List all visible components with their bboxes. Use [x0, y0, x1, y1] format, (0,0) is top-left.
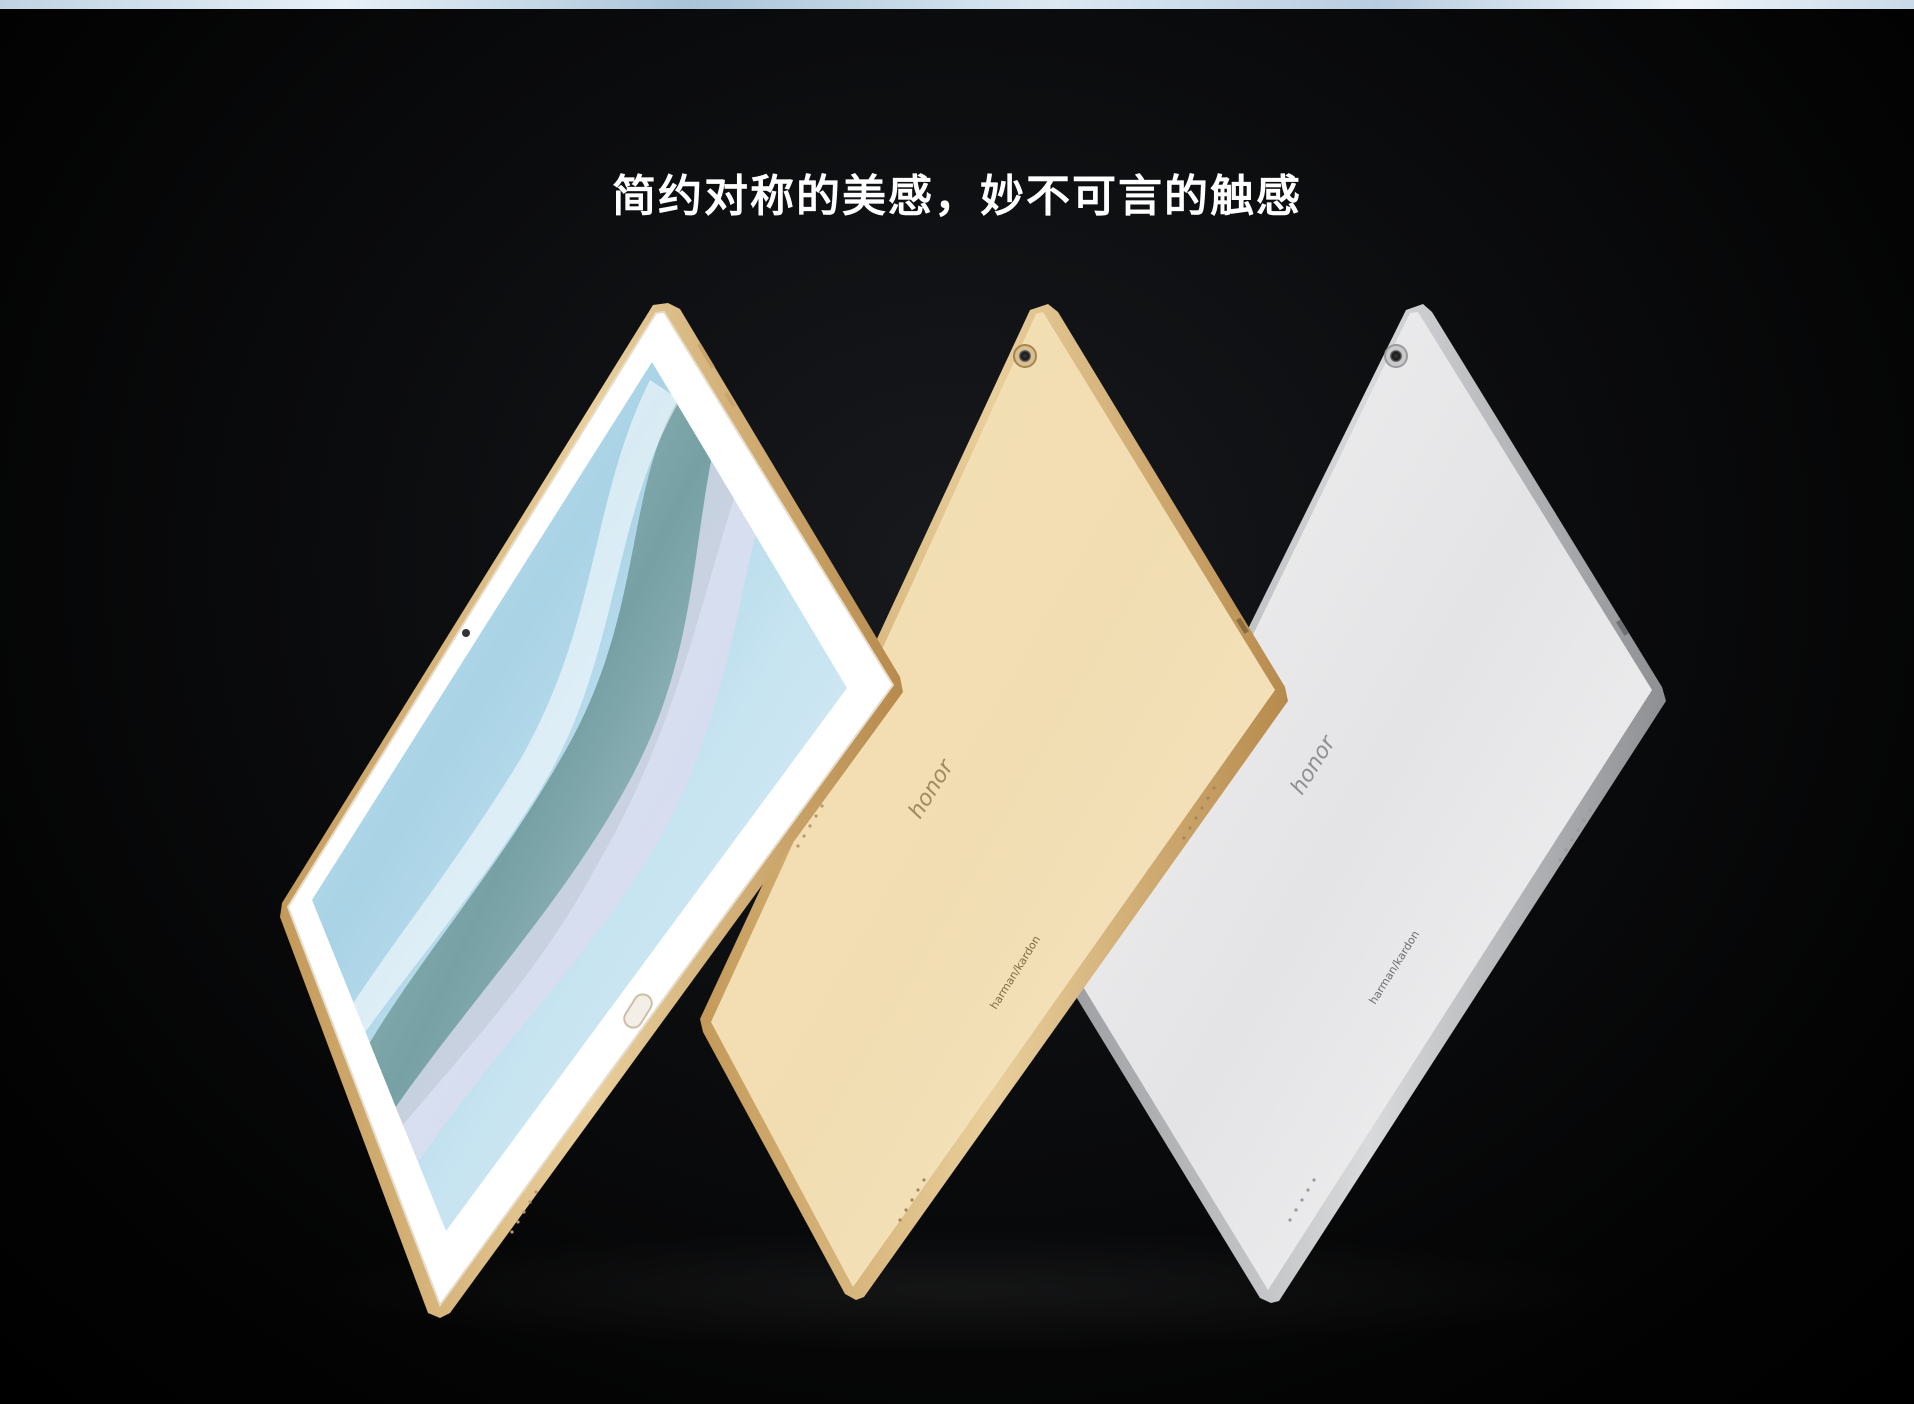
gold-camera-icon — [1019, 350, 1031, 362]
silver-camera-icon — [1390, 350, 1402, 362]
tablets-illustration: honor harman/kardon honor harman/kardon — [280, 303, 1666, 1318]
product-showcase: 简约对称的美感，妙不可言的触感 honor harman/kardon hono… — [0, 0, 1914, 1404]
front-camera-icon — [462, 629, 470, 637]
